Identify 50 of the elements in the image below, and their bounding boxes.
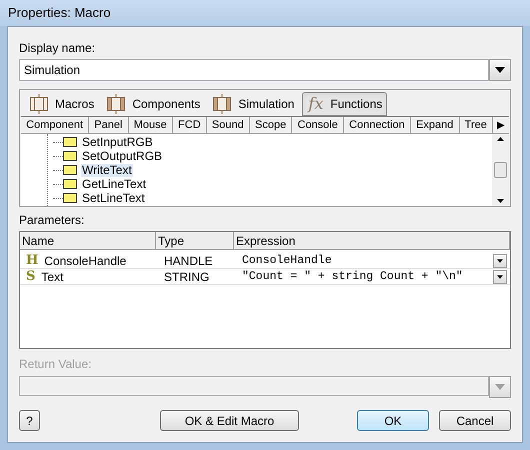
caret-icon (495, 67, 505, 73)
component-icon (106, 94, 126, 114)
scrollbar[interactable] (492, 134, 509, 206)
table-cell[interactable]: "Count = " + string Count + "\n" (234, 268, 493, 286)
tab[interactable]: Simulation (208, 92, 298, 116)
dialog-button[interactable]: OK & Edit Macro (160, 410, 299, 431)
tab[interactable]: Components (102, 92, 204, 116)
return-value-field[interactable] (19, 376, 489, 396)
function-icon (63, 151, 77, 161)
scroll-down-icon (497, 199, 504, 203)
table-cell-text: HANDLE (163, 252, 214, 270)
function-icon (63, 137, 77, 147)
caret-icon (495, 384, 505, 390)
section-label: Parameters: (19, 212, 86, 229)
column-header[interactable]: Type (156, 232, 234, 249)
section-label: Return Value: (19, 356, 92, 373)
field-label: Display name: (19, 40, 96, 57)
scroll-thumb[interactable] (494, 162, 507, 178)
dropdown-button[interactable] (489, 59, 511, 81)
column-header[interactable]: Expression (234, 232, 510, 249)
table-cell-text: ConsoleHandle (44, 252, 126, 270)
caret-icon (497, 274, 503, 278)
dropdown-button[interactable] (493, 270, 507, 284)
tree-item[interactable]: SetLineText (81, 192, 146, 204)
column-header[interactable]: Name (20, 232, 156, 249)
function-icon (63, 165, 77, 175)
tree-item[interactable]: WriteText (81, 164, 133, 176)
table-cell-text: Text (41, 268, 64, 286)
component-icon (212, 94, 232, 114)
dialog-button[interactable]: OK (357, 410, 429, 431)
display-name-field[interactable]: Simulation (19, 59, 489, 81)
dropdown-button[interactable] (493, 254, 507, 268)
letter-icon: S (26, 270, 36, 283)
scroll-up-icon (497, 137, 504, 141)
caret-icon (497, 258, 503, 262)
table-cell[interactable]: ConsoleHandle (234, 252, 493, 270)
table-cell-text: STRING (163, 268, 210, 286)
help-button[interactable]: ? (19, 410, 40, 431)
function-icon (63, 193, 77, 203)
fx-icon: fx (307, 94, 324, 114)
dialog-button[interactable]: Cancel (439, 410, 511, 431)
function-icon (63, 179, 77, 189)
tab[interactable]: fx Functions (302, 92, 388, 116)
tree-item[interactable]: SetInputRGB (81, 136, 154, 148)
letter-icon: H (26, 254, 38, 267)
window-title: Properties: Macro (8, 4, 111, 22)
tab[interactable]: Macros (25, 92, 98, 116)
scroll-tabs-button[interactable]: ▶ (493, 117, 510, 133)
tree-item[interactable]: GetLineText (81, 178, 148, 190)
tree-item[interactable]: SetOutputRGB (81, 150, 164, 162)
